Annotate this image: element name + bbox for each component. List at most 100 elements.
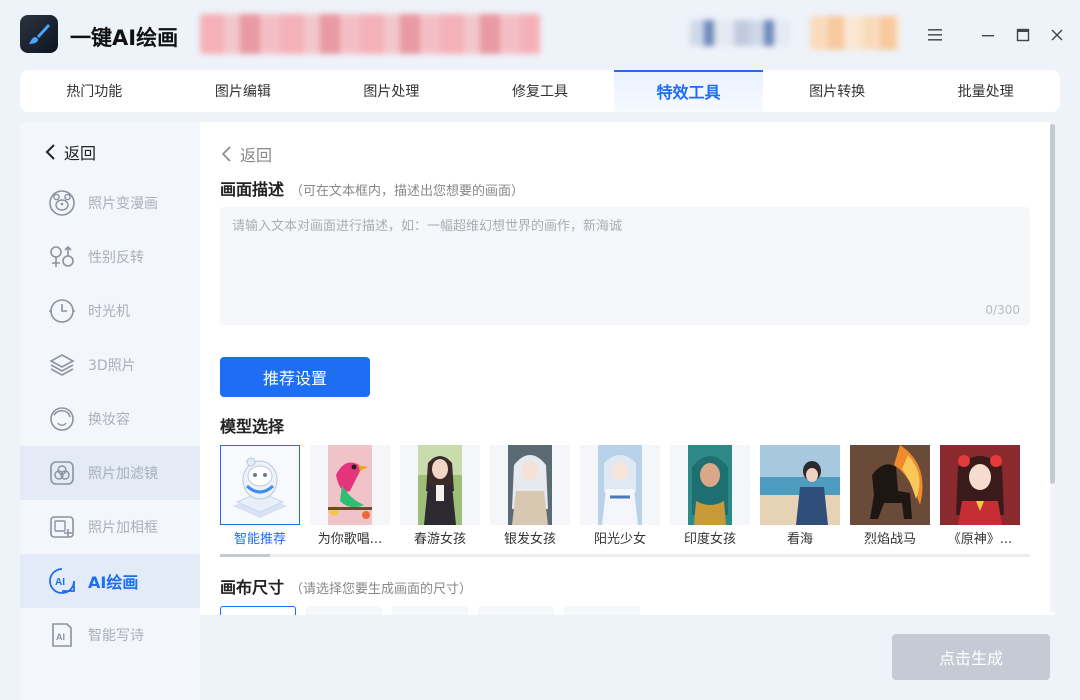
canvas-hint: （请选择您要生成画面的尺寸） [290, 582, 473, 597]
model-thumbnail [490, 445, 570, 525]
tab-image-convert[interactable]: 图片转换 [763, 70, 912, 112]
minimize-icon[interactable] [975, 22, 1001, 48]
description-title: 画面描述 [220, 180, 285, 199]
model-card-singing-bird[interactable]: 为你歌唱... [310, 445, 390, 547]
description-placeholder: 请输入文本对画面进行描述，如：一幅超维幻想世界的画作，新海诚 [232, 219, 623, 234]
canvas-title: 画布尺寸 [220, 578, 285, 597]
sidebar-item-ai-painting[interactable]: AI AI绘画 [20, 554, 200, 608]
title-bar: 一键AI绘画 [0, 0, 1080, 70]
main-panel: 返回 画面描述 （可在文本框内，描述出您想要的画面） 请输入文本对画面进行描述，如… [200, 122, 1055, 615]
ai-document-icon: AI [48, 621, 76, 649]
main-back-button[interactable]: 返回 [220, 142, 272, 166]
canvas-size-option[interactable] [392, 606, 468, 615]
tab-hot-features[interactable]: 热门功能 [20, 70, 169, 112]
sidebar-item-label: 3D照片 [88, 358, 136, 374]
canvas-section-title: 画布尺寸 （请选择您要生成画面的尺寸） [220, 574, 472, 598]
sidebar-item-photo-filter[interactable]: 照片加滤镜 [20, 446, 200, 500]
model-list-scrollbar[interactable] [220, 554, 1030, 557]
model-thumbnail [940, 445, 1020, 525]
tab-image-process[interactable]: 图片处理 [317, 70, 466, 112]
model-thumbnail [760, 445, 840, 525]
sidebar-back-button[interactable]: 返回 [44, 140, 96, 164]
recommend-settings-button[interactable]: 推荐设置 [220, 357, 370, 397]
chevron-left-icon [221, 146, 231, 162]
model-label: 烈焰战马 [863, 532, 916, 547]
model-thumbnail [220, 445, 300, 525]
model-label: 银发女孩 [503, 532, 556, 547]
sidebar: 返回 照片变漫画 性别反转 时光机 3D照片 换妆容 照片加滤镜 照片加相框 A… [20, 122, 200, 700]
model-label: 《原神》... [947, 532, 1013, 547]
redacted-user-info [690, 20, 790, 46]
layers-icon [48, 351, 76, 379]
menu-icon[interactable] [922, 22, 948, 48]
bear-face-icon [48, 189, 76, 217]
sidebar-item-label: 时光机 [88, 304, 130, 320]
model-label: 春游女孩 [413, 532, 466, 547]
gender-icon [48, 243, 76, 271]
model-card-fire-horse[interactable]: 烈焰战马 [850, 445, 930, 547]
model-list: 智能推荐 为你歌唱... 春游女孩 银发女孩 阳光少女 印度女孩 看海 烈焰战马… [220, 445, 1040, 553]
description-input[interactable]: 请输入文本对画面进行描述，如：一幅超维幻想世界的画作，新海诚 0/300 [220, 207, 1030, 325]
model-section-title: 模型选择 [220, 417, 285, 436]
model-card-spring-girl[interactable]: 春游女孩 [400, 445, 480, 547]
model-card-sea-view[interactable]: 看海 [760, 445, 840, 547]
main-back-label: 返回 [240, 146, 273, 165]
sidebar-item-label: AI绘画 [88, 573, 139, 592]
model-thumbnail [580, 445, 660, 525]
redacted-banner [200, 14, 540, 54]
sidebar-item-3d-photo[interactable]: 3D照片 [20, 338, 200, 392]
face-makeup-icon [48, 405, 76, 433]
model-list-scrollbar-thumb[interactable] [220, 554, 270, 557]
canvas-size-option[interactable] [220, 606, 296, 615]
model-card-silver-hair-girl[interactable]: 银发女孩 [490, 445, 570, 547]
canvas-size-options [220, 606, 640, 615]
model-label: 看海 [786, 532, 813, 547]
model-label: 智能推荐 [233, 532, 286, 547]
clock-icon [48, 297, 76, 325]
description-hint: （可在文本框内，描述出您想要的画面） [290, 184, 525, 199]
maximize-icon[interactable] [1010, 22, 1036, 48]
model-card-sunny-girl[interactable]: 阳光少女 [580, 445, 660, 547]
description-section-title: 画面描述 （可在文本框内，描述出您想要的画面） [220, 176, 524, 200]
top-tab-bar: 热门功能 图片编辑 图片处理 修复工具 特效工具 图片转换 批量处理 [20, 70, 1060, 112]
sidebar-item-smart-poem[interactable]: AI 智能写诗 [20, 608, 200, 662]
canvas-size-option[interactable] [564, 606, 640, 615]
tab-repair-tools[interactable]: 修复工具 [466, 70, 615, 112]
model-card-genshin[interactable]: 《原神》... [940, 445, 1020, 547]
close-icon[interactable] [1044, 22, 1070, 48]
brush-logo-icon [20, 15, 58, 53]
sidebar-item-makeup[interactable]: 换妆容 [20, 392, 200, 446]
main-scrollbar-thumb[interactable] [1050, 124, 1055, 484]
frame-icon [48, 513, 76, 541]
tab-image-edit[interactable]: 图片编辑 [169, 70, 318, 112]
sidebar-item-label: 智能写诗 [88, 628, 144, 644]
canvas-size-option[interactable] [478, 606, 554, 615]
model-thumbnail [850, 445, 930, 525]
sidebar-item-label: 换妆容 [88, 412, 130, 428]
tab-batch-process[interactable]: 批量处理 [911, 70, 1060, 112]
model-card-smart-recommend[interactable]: 智能推荐 [220, 445, 300, 547]
chevron-left-icon [45, 144, 55, 160]
generate-button[interactable]: 点击生成 [892, 634, 1050, 680]
sidebar-back-label: 返回 [64, 144, 97, 163]
filter-icon [48, 459, 76, 487]
model-thumbnail [670, 445, 750, 525]
redacted-vip-badge [810, 16, 900, 50]
sidebar-item-time-machine[interactable]: 时光机 [20, 284, 200, 338]
sidebar-item-label: 性别反转 [88, 250, 144, 266]
sidebar-item-gender-swap[interactable]: 性别反转 [20, 230, 200, 284]
model-label: 为你歌唱... [317, 532, 383, 547]
sidebar-item-label: 照片加滤镜 [88, 466, 158, 482]
model-label: 阳光少女 [593, 532, 646, 547]
model-card-indian-girl[interactable]: 印度女孩 [670, 445, 750, 547]
sidebar-item-label: 照片加相框 [88, 520, 158, 536]
svg-text:AI: AI [56, 632, 65, 642]
tab-effect-tools[interactable]: 特效工具 [614, 70, 763, 112]
sidebar-item-photo-cartoon[interactable]: 照片变漫画 [20, 176, 200, 230]
canvas-size-option[interactable] [306, 606, 382, 615]
model-thumbnail [310, 445, 390, 525]
sidebar-item-photo-frame[interactable]: 照片加相框 [20, 500, 200, 554]
app-title: 一键AI绘画 [70, 26, 179, 50]
ai-badge-icon: AI [48, 567, 76, 595]
model-label: 印度女孩 [683, 532, 736, 547]
